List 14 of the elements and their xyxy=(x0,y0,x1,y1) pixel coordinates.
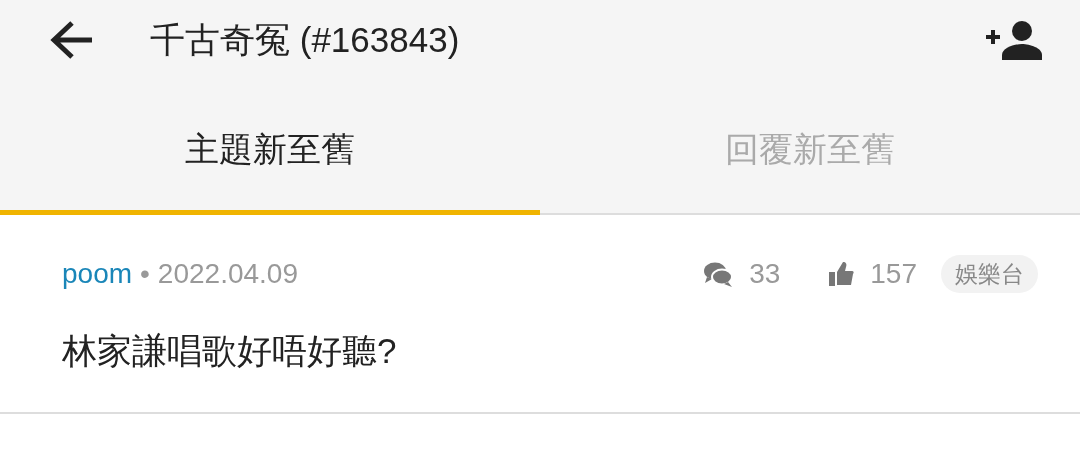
comments-icon xyxy=(703,260,734,288)
tab[interactable]: 主題新至舊 xyxy=(0,80,540,215)
add-user-icon xyxy=(984,20,1044,60)
page-title: 千古奇冤 (#163843) xyxy=(150,18,461,61)
tab[interactable]: 回覆新至舊 xyxy=(540,80,1080,215)
like-count: 157 xyxy=(870,257,917,291)
back-arrow-icon xyxy=(50,20,94,60)
separator: • xyxy=(140,257,150,291)
author-link[interactable]: poom xyxy=(62,253,133,295)
post-date: 2022.04.09 xyxy=(157,257,299,291)
post-title[interactable]: 林家謙唱歌好唔好聽? xyxy=(62,325,1038,378)
reply-count: 33 xyxy=(749,257,781,291)
thumbs-up-icon xyxy=(828,261,855,287)
category-tag[interactable]: 娛樂台 xyxy=(941,254,1038,294)
